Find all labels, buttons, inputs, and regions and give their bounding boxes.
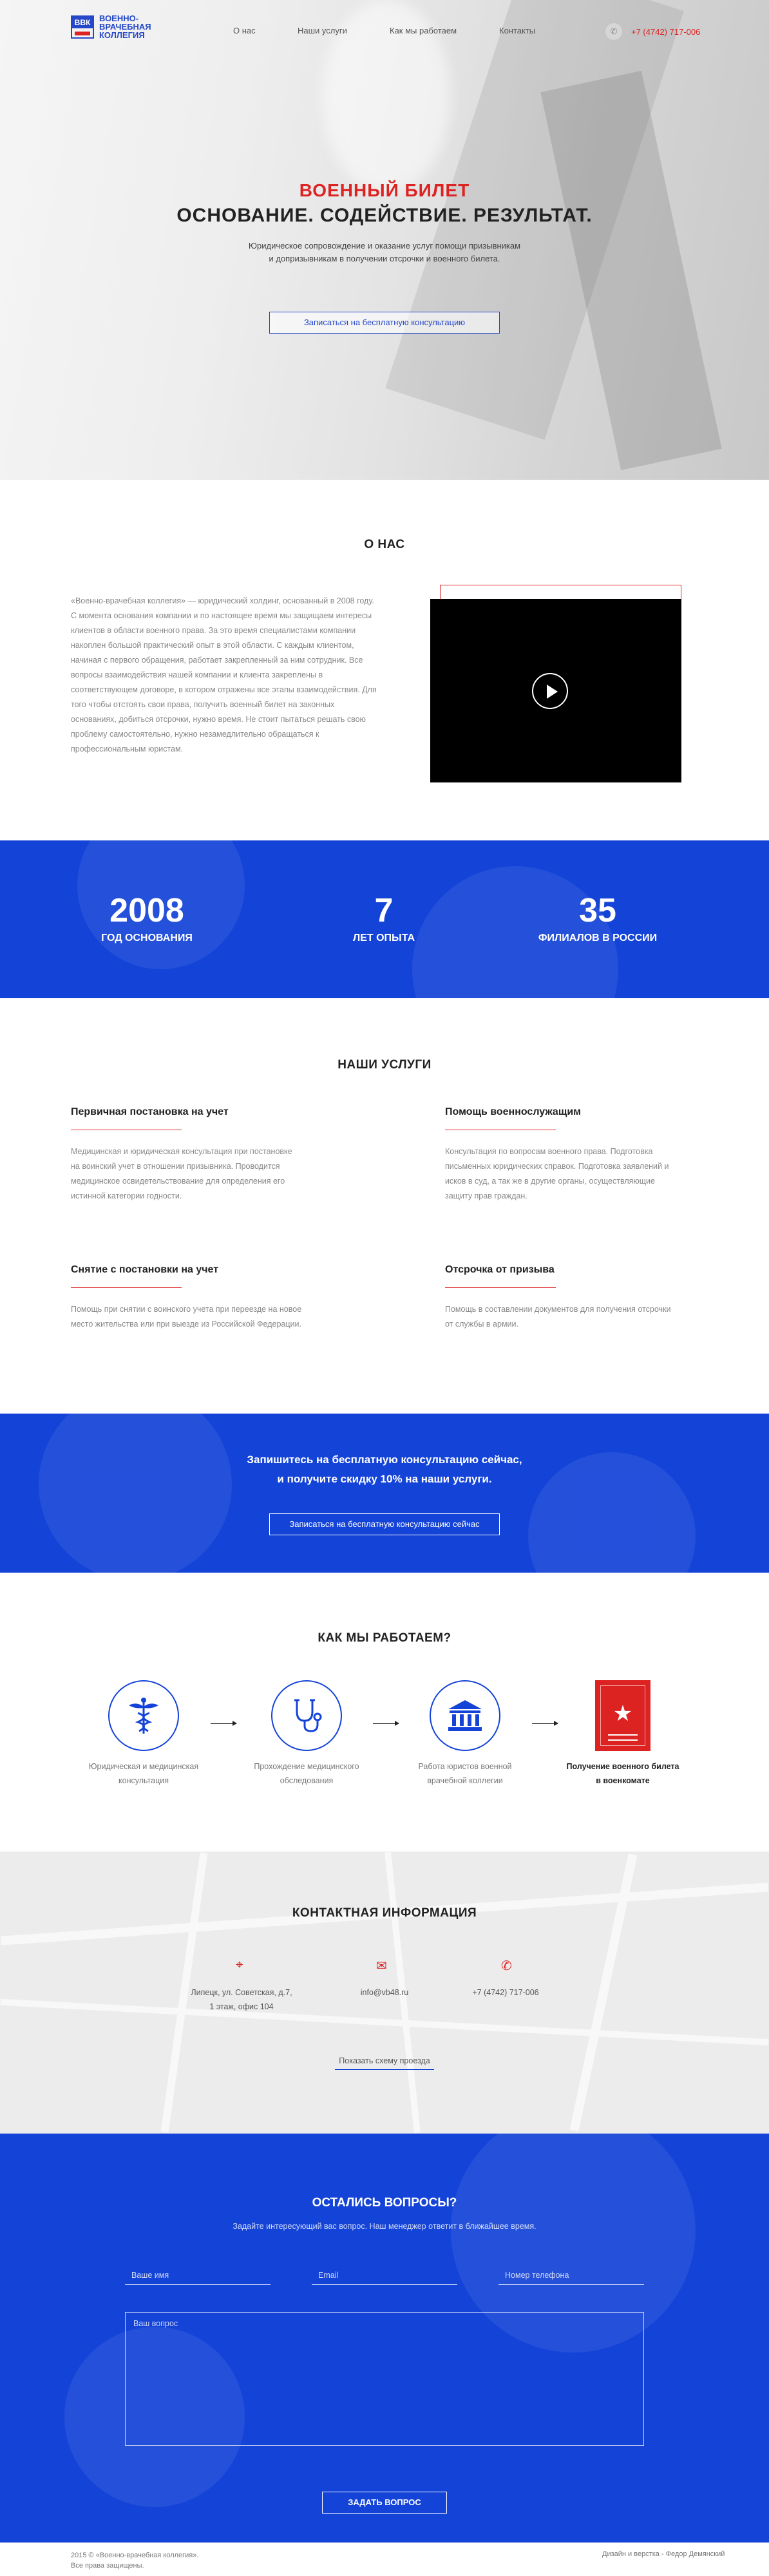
- step-label-line: Получение военного билета: [566, 1762, 679, 1771]
- step-label: Работа юристов военной врачебной коллеги…: [401, 1759, 529, 1788]
- service-title: Отсрочка от призыва: [445, 1264, 555, 1275]
- address-line: Липецк, ул. Советская, д.7,: [191, 1988, 292, 1997]
- service-title: Снятие с постановки на учет: [71, 1264, 219, 1275]
- hero-consultation-button[interactable]: Записаться на бесплатную консультацию: [269, 312, 500, 334]
- military-id-line: [608, 1734, 638, 1736]
- service-title: Помощь военнослужащим: [445, 1106, 581, 1117]
- cta-line: и получите скидку 10% на наши услуги.: [277, 1473, 492, 1485]
- step-label: Юридическая и медицинская консультация: [79, 1759, 208, 1788]
- caduceus-icon: [108, 1680, 179, 1751]
- nav-link-about[interactable]: О нас: [233, 26, 256, 35]
- map-road: [0, 1998, 769, 2046]
- step-label: Получение военного билета в военкомате: [558, 1759, 687, 1788]
- stats-section: 2008 Год основания 7 Лет опыта 35 Филиал…: [0, 840, 769, 998]
- address-line: 1 этаж, офис 104: [209, 2002, 274, 2011]
- location-pin-icon: ⌖: [236, 1958, 243, 1972]
- court-building-icon: [430, 1680, 500, 1751]
- stat-value: 35: [579, 892, 616, 929]
- footer-credit[interactable]: Дизайн и верстка - Федор Демянский: [602, 2550, 725, 2558]
- cta-consultation-button[interactable]: Записаться на бесплатную консультацию се…: [269, 1513, 500, 1535]
- about-title: О нас: [364, 538, 405, 551]
- contacts-title: Контактная информация: [292, 1906, 477, 1920]
- service-text: Медицинская и юридическая консультация п…: [71, 1147, 292, 1200]
- contact-email[interactable]: info@vb48.ru: [336, 1985, 433, 2000]
- hero-section: ВВК Военно-врачебная коллегия О нас Наши…: [0, 0, 769, 480]
- stat-value: 7: [374, 892, 394, 929]
- contact-phone[interactable]: +7 (4742) 717-006: [457, 1985, 554, 2000]
- service-text: Помощь при снятии с воинского учета при …: [71, 1305, 302, 1329]
- step-label-line: Работа юристов военной: [418, 1762, 512, 1771]
- contact-address: Липецк, ул. Советская, д.7, 1 этаж, офис…: [174, 1985, 309, 2014]
- footer-copyright: 2015 © «Военно-врачебная коллегия». Все …: [71, 2550, 198, 2571]
- service-divider: [71, 1287, 182, 1288]
- arrow-right-icon: [211, 1721, 237, 1726]
- envelope-icon: ✉: [376, 1959, 387, 1973]
- nav-link-contacts[interactable]: Контакты: [499, 26, 535, 35]
- footer: 2015 © «Военно-врачебная коллегия». Все …: [0, 2543, 769, 2576]
- phone-input[interactable]: [498, 2266, 644, 2285]
- hero-subtitle: Юридическое сопровождение и оказание усл…: [0, 240, 769, 265]
- arrow-right-icon: [373, 1721, 399, 1726]
- step-label-line: Юридическая и медицинская: [88, 1762, 199, 1771]
- step-label: Прохождение медицинского обследования: [242, 1759, 371, 1788]
- service-item: Первичная постановка на учет Медицинская…: [71, 1106, 303, 1204]
- hero-subtitle-line: и допризывникам в получении отсрочки и в…: [269, 254, 500, 263]
- hero-subtitle-line: Юридическое сопровождение и оказание усл…: [248, 241, 521, 251]
- step-label-line: в военкомате: [596, 1776, 650, 1785]
- service-text: Консультация по вопросам военного права.…: [445, 1147, 669, 1200]
- copyright-line: 2015 © «Военно-врачебная коллегия».: [71, 2552, 199, 2559]
- step-label-line: Прохождение медицинского: [254, 1762, 359, 1771]
- hero-red-title: Военный билет: [299, 180, 470, 200]
- step-label-line: обследования: [280, 1776, 334, 1785]
- logo-text: Военно-врачебная коллегия: [99, 14, 151, 40]
- stat-experience: 7 Лет опыта: [287, 893, 480, 944]
- service-text: Помощь в составлении документов для полу…: [445, 1305, 671, 1329]
- stat-branches: 35 Филиалов в России: [501, 893, 694, 944]
- phone-icon: ✆: [605, 23, 622, 40]
- phone-icon: ✆: [501, 1959, 512, 1973]
- service-item: Снятие с постановки на учет Помощь при с…: [71, 1264, 303, 1332]
- step-label-line: консультация: [119, 1776, 169, 1785]
- service-title: Первичная постановка на учет: [71, 1106, 229, 1117]
- hero-title: Основание. Содействие. Результат.: [176, 205, 593, 226]
- stat-label: Год основания: [101, 933, 193, 943]
- header-phone[interactable]: ✆ +7 (4742) 717-006: [605, 23, 700, 40]
- logo-badge-stripe: [75, 31, 90, 35]
- logo[interactable]: ВВК Военно-врачебная коллегия: [71, 14, 176, 39]
- form-subtitle: Задайте интересующий вас вопрос. Наш мен…: [233, 2222, 536, 2231]
- form-title: Остались вопросы?: [312, 2196, 457, 2210]
- stat-label: Лет опыта: [352, 933, 415, 943]
- cta-section: [0, 1414, 769, 1573]
- stat-value: 2008: [109, 892, 184, 929]
- header-phone-number: +7 (4742) 717-006: [631, 26, 701, 37]
- services-title: Наши услуги: [337, 1058, 432, 1072]
- stethoscope-icon: [271, 1680, 342, 1751]
- show-map-link[interactable]: Показать схему проезда: [335, 2056, 434, 2070]
- star-icon: ★: [612, 1701, 633, 1726]
- name-input[interactable]: [125, 2266, 271, 2285]
- step-label-line: врачебной коллегии: [427, 1776, 503, 1785]
- cta-line: Запишитесь на бесплатную консультацию се…: [247, 1454, 522, 1466]
- logo-badge-icon: ВВК: [71, 15, 94, 39]
- logo-badge-text: ВВК: [72, 16, 93, 28]
- play-icon[interactable]: [532, 673, 568, 709]
- service-item: Отсрочка от призыва Помощь в составлении…: [445, 1264, 677, 1332]
- question-textarea[interactable]: [125, 2312, 644, 2446]
- nav-link-services[interactable]: Наши услуги: [298, 26, 347, 35]
- submit-question-button[interactable]: Задать вопрос: [322, 2492, 447, 2514]
- service-item: Помощь военнослужащим Консультация по во…: [445, 1106, 677, 1204]
- copyright-line: Все права защищены.: [71, 2562, 144, 2570]
- service-divider: [445, 1287, 556, 1288]
- stat-label: Филиалов в России: [538, 933, 658, 943]
- military-id-icon: ★: [595, 1680, 650, 1751]
- bg-blob: [39, 1414, 232, 1573]
- email-input[interactable]: [312, 2266, 457, 2285]
- how-title: Как мы работаем?: [318, 1631, 451, 1645]
- about-text: «Военно-врачебная коллегия» — юридически…: [71, 596, 377, 753]
- military-id-line: [608, 1739, 638, 1741]
- stat-founded: 2008 Год основания: [50, 893, 243, 944]
- nav-link-how[interactable]: Как мы работаем: [390, 26, 457, 35]
- cta-text: Запишитесь на бесплатную консультацию се…: [0, 1450, 769, 1489]
- arrow-right-icon: [532, 1721, 558, 1726]
